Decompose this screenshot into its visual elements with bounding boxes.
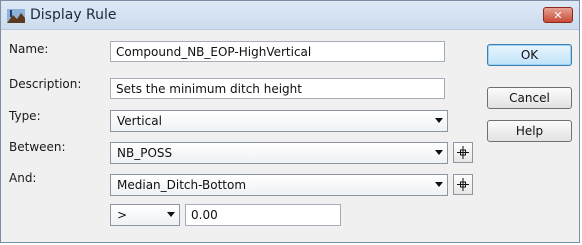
display-rule-dialog: Display Rule ✕ Name: Compound_NB_EOP-Hig… <box>0 0 580 243</box>
name-field[interactable]: Compound_NB_EOP-HighVertical <box>110 41 445 62</box>
map-flag-icon <box>7 8 25 23</box>
type-label: Type: <box>9 109 41 123</box>
chevron-down-icon <box>435 182 443 187</box>
between-value: NB_POSS <box>117 146 173 160</box>
window-title: Display Rule <box>30 7 117 23</box>
and-label: And: <box>9 171 37 185</box>
help-button[interactable]: Help <box>487 120 572 142</box>
crosshair-icon <box>457 146 469 159</box>
description-field[interactable]: Sets the minimum ditch height <box>110 78 445 99</box>
type-value: Vertical <box>117 114 162 128</box>
between-select[interactable]: NB_POSS <box>110 142 448 164</box>
ok-button[interactable]: OK <box>487 44 572 66</box>
and-pick-button[interactable] <box>453 174 473 195</box>
chevron-down-icon <box>167 212 175 217</box>
type-select[interactable]: Vertical <box>110 110 448 132</box>
operator-select[interactable]: > <box>110 204 180 226</box>
chevron-down-icon <box>435 150 443 155</box>
and-select[interactable]: Median_Ditch-Bottom <box>110 174 448 196</box>
between-pick-button[interactable] <box>453 142 473 163</box>
title-bar: Display Rule ✕ <box>1 1 579 30</box>
name-label: Name: <box>9 42 49 56</box>
operator-value: > <box>117 208 128 222</box>
threshold-field[interactable]: 0.00 <box>185 204 341 226</box>
cancel-button[interactable]: Cancel <box>487 87 572 109</box>
and-value: Median_Ditch-Bottom <box>117 178 247 192</box>
crosshair-icon <box>457 178 469 191</box>
close-button[interactable]: ✕ <box>543 7 573 23</box>
chevron-down-icon <box>435 118 443 123</box>
description-label: Description: <box>9 77 82 91</box>
between-label: Between: <box>9 140 66 154</box>
dialog-body: Name: Compound_NB_EOP-HighVertical Descr… <box>1 30 579 242</box>
close-icon: ✕ <box>553 9 563 22</box>
